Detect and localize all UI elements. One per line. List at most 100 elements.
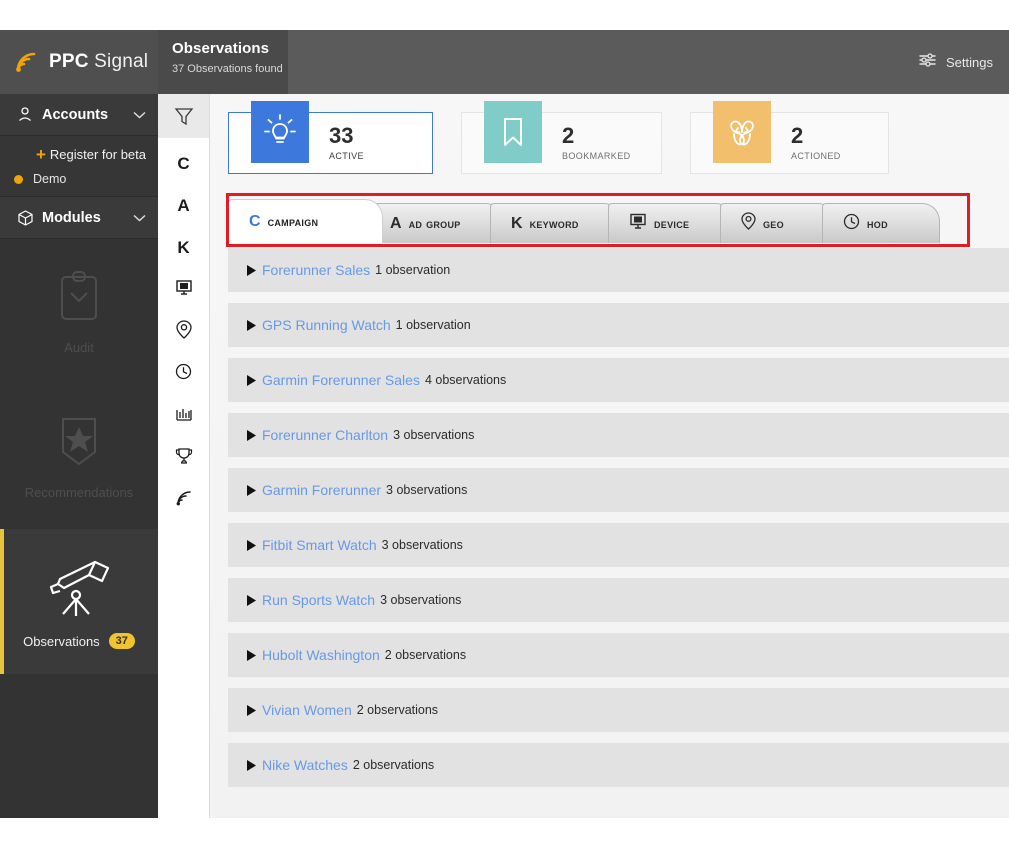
brand-name: PPC Signal bbox=[49, 51, 149, 72]
page-title-block: Observations 37 Observations found bbox=[158, 30, 288, 94]
observation-count: 1 observation bbox=[375, 263, 451, 277]
stat-bookmarked-count: 2 bbox=[562, 123, 575, 148]
cube-icon bbox=[16, 209, 34, 226]
stat-card-active-text: 33 Active bbox=[329, 124, 390, 163]
rail-item-trophy[interactable] bbox=[158, 442, 209, 474]
expand-caret-icon[interactable] bbox=[240, 429, 262, 442]
stat-card-actioned[interactable]: 2 Actioned bbox=[690, 101, 889, 174]
adgroup-letter-icon: A bbox=[177, 196, 190, 215]
rail-item-keyword[interactable]: K bbox=[158, 232, 209, 264]
observation-count: 3 observations bbox=[386, 483, 468, 497]
brand-logo[interactable]: PPC Signal bbox=[0, 30, 158, 94]
list-item[interactable]: Garmin Forerunner Sales 4 observations bbox=[228, 358, 1009, 402]
geo-pin-icon bbox=[741, 212, 756, 235]
tab-hod[interactable]: HoD bbox=[822, 203, 940, 243]
top-edge-spacer bbox=[0, 0, 1009, 30]
clock-icon bbox=[175, 363, 192, 385]
signal-icon bbox=[14, 50, 40, 74]
tab-ad-group-label: Ad Group bbox=[408, 216, 461, 231]
register-for-beta-link[interactable]: + Register for beta bbox=[0, 144, 158, 170]
bookmark-icon bbox=[484, 101, 542, 163]
campaign-letter-icon: C bbox=[177, 154, 190, 173]
list-item[interactable]: Forerunner Charlton 3 observations bbox=[228, 413, 1009, 457]
observation-name[interactable]: Nike Watches bbox=[262, 757, 348, 773]
tab-device[interactable]: Device bbox=[608, 203, 734, 243]
stat-card-active[interactable]: 33 Active bbox=[228, 101, 433, 174]
top-bar: PPC Signal Observations 37 Observations … bbox=[0, 30, 1009, 94]
settings-button[interactable]: Settings bbox=[918, 30, 993, 94]
expand-caret-icon[interactable] bbox=[240, 704, 262, 717]
chart-icon bbox=[175, 405, 193, 428]
sidebar-section-modules[interactable]: Modules bbox=[0, 197, 158, 239]
expand-caret-icon[interactable] bbox=[240, 319, 262, 332]
geo-pin-icon bbox=[175, 320, 192, 344]
observation-count: 2 observations bbox=[352, 758, 435, 772]
observation-name[interactable]: Vivian Women bbox=[262, 702, 352, 718]
app-root: PPC Signal Observations 37 Observations … bbox=[0, 0, 1009, 854]
observation-name[interactable]: Garmin Forerunner Sales bbox=[262, 372, 420, 388]
signal-icon bbox=[175, 489, 193, 512]
list-item[interactable]: Nike Watches 2 observations bbox=[228, 743, 1009, 787]
rail-item-campaign[interactable]: C bbox=[158, 148, 209, 180]
adgroup-letter-icon: A bbox=[390, 214, 402, 232]
filter-icon[interactable] bbox=[158, 94, 209, 138]
tab-geo[interactable]: Geo bbox=[720, 203, 836, 243]
observation-name[interactable]: GPS Running Watch bbox=[262, 317, 391, 333]
expand-caret-icon[interactable] bbox=[240, 539, 262, 552]
chevron-down-icon bbox=[133, 108, 146, 122]
observation-name[interactable]: Run Sports Watch bbox=[262, 592, 375, 608]
stat-card-actioned-text: 2 Actioned bbox=[791, 124, 867, 163]
rail-item-chart[interactable] bbox=[158, 400, 209, 432]
list-item[interactable]: Fitbit Smart Watch 3 observations bbox=[228, 523, 1009, 567]
stat-card-bookmarked[interactable]: 2 Bookmarked bbox=[461, 101, 662, 174]
tab-strip-wrapper: C Campaign A Ad Group K Keyword bbox=[226, 193, 970, 247]
observation-name[interactable]: Fitbit Smart Watch bbox=[262, 537, 377, 553]
tab-keyword[interactable]: K Keyword bbox=[490, 203, 622, 243]
tab-campaign[interactable]: C Campaign bbox=[228, 199, 383, 243]
plus-icon: + bbox=[35, 144, 46, 164]
rail-item-geo[interactable] bbox=[158, 316, 209, 348]
rail-item-device[interactable] bbox=[158, 274, 209, 306]
sidebar-item-observations-row: Observations 37 bbox=[23, 633, 135, 649]
list-item[interactable]: Vivian Women 2 observations bbox=[228, 688, 1009, 732]
stat-card-bookmarked-text: 2 Bookmarked bbox=[562, 123, 657, 163]
expand-caret-icon[interactable] bbox=[240, 374, 262, 387]
list-item[interactable]: GPS Running Watch 1 observation bbox=[228, 303, 1009, 347]
expand-caret-icon[interactable] bbox=[240, 759, 262, 772]
expand-caret-icon[interactable] bbox=[240, 649, 262, 662]
sidebar-item-audit-label: Audit bbox=[64, 339, 94, 355]
list-item[interactable]: Run Sports Watch 3 observations bbox=[228, 578, 1009, 622]
observations-badge: 37 bbox=[108, 633, 135, 649]
user-icon bbox=[16, 107, 34, 122]
rail-item-adgroup[interactable]: A bbox=[158, 190, 209, 222]
list-item[interactable]: Hubolt Washington 2 observations bbox=[228, 633, 1009, 677]
expand-caret-icon[interactable] bbox=[240, 484, 262, 497]
rail-item-signal[interactable] bbox=[158, 484, 209, 516]
account-item-demo[interactable]: Demo bbox=[0, 170, 158, 186]
sidebar-section-accounts[interactable]: Accounts bbox=[0, 94, 158, 136]
chevron-down-icon bbox=[133, 211, 146, 225]
sidebar: Accounts + Register for beta Demo Module… bbox=[0, 94, 158, 818]
observation-name[interactable]: Forerunner Charlton bbox=[262, 427, 388, 443]
observation-name[interactable]: Forerunner Sales bbox=[262, 262, 370, 278]
sidebar-item-observations[interactable]: Observations 37 bbox=[0, 529, 158, 674]
sidebar-item-audit[interactable]: Audit bbox=[0, 239, 158, 384]
observation-name[interactable]: Garmin Forerunner bbox=[262, 482, 381, 498]
expand-caret-icon[interactable] bbox=[240, 594, 262, 607]
list-item[interactable]: Forerunner Sales 1 observation bbox=[228, 248, 1009, 292]
sidebar-modules-label: Modules bbox=[42, 209, 101, 226]
tab-ad-group[interactable]: A Ad Group bbox=[369, 203, 504, 243]
clock-icon bbox=[843, 213, 860, 235]
sidebar-accounts-label: Accounts bbox=[42, 106, 109, 123]
account-demo-label: Demo bbox=[33, 172, 67, 186]
rail-item-hod[interactable] bbox=[158, 358, 209, 390]
tab-geo-label: Geo bbox=[763, 216, 784, 231]
observation-count: 2 observations bbox=[356, 703, 439, 717]
sidebar-item-recommendations[interactable]: Recommendations bbox=[0, 384, 158, 529]
stat-cards: 33 Active 2 Bookmarked bbox=[210, 94, 1009, 174]
expand-caret-icon[interactable] bbox=[240, 264, 262, 277]
trophy-icon bbox=[175, 447, 193, 470]
observation-name[interactable]: Hubolt Washington bbox=[262, 647, 380, 663]
status-dot-icon bbox=[14, 174, 23, 184]
list-item[interactable]: Garmin Forerunner 3 observations bbox=[228, 468, 1009, 512]
